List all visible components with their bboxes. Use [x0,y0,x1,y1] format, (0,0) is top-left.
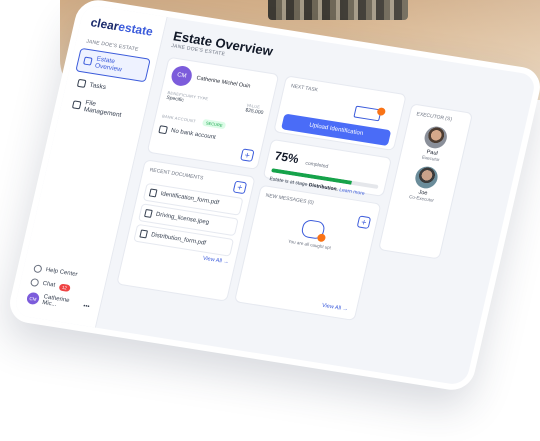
new-message-button[interactable]: + [356,215,372,230]
view-all-messages-link[interactable]: View All → [321,303,348,313]
home-icon [82,56,93,66]
learn-more-link[interactable]: Learn more [339,187,366,197]
chat-icon [29,277,40,288]
list-icon [76,78,87,88]
more-icon[interactable]: ••• [82,303,90,310]
avatar [413,165,440,190]
add-document-button[interactable]: + [232,180,248,195]
beneficiary-card: CM Catherine Michel Ouin BENEFICIARY TYP… [146,56,280,170]
bank-icon [158,125,168,135]
sidebar-item-label: Estate Overview [94,55,123,74]
avatar: CM [25,291,41,306]
document-icon [148,188,158,198]
messages-heading: NEW MESSAGES (0) [264,192,315,207]
recent-documents-card: RECENT DOCUMENTS + Identification_form.p… [116,159,256,302]
chat-badge: 12 [58,282,71,292]
help-icon [32,264,43,274]
check-icon [316,233,327,243]
sidebar-item-label: File Management [83,99,123,119]
main-content: Estate Overview JANE DOE'S ESTATE CM Cat… [96,17,537,386]
file-icon [71,100,82,110]
avatar [422,124,450,150]
next-task-card: NEXT TASK Upload Identification [273,75,407,152]
executors-heading: EXECUTOR (S) [415,111,453,123]
user-name: Catherine Mic... [41,294,70,309]
sidebar-item-label: Tasks [88,81,107,91]
executor-item[interactable]: Paul Executor [407,123,462,165]
check-icon [376,107,387,117]
tablet-device: clearestate JANE DOE'S ESTATE Estate Ove… [5,0,540,393]
add-bank-button[interactable]: + [240,148,255,162]
messages-card: NEW MESSAGES (0) + You are all caught up… [233,184,382,321]
document-icon [139,229,149,239]
app-logo[interactable]: clearestate [85,15,158,40]
image-icon [144,208,153,218]
beneficiary-name: Catherine Michel Ouin [195,75,251,90]
executor-item[interactable]: Joe Co-Executor [397,163,452,205]
completion-percent: 75% [273,148,301,167]
message-bubble-icon [300,218,327,243]
dashboard-grid: CM Catherine Michel Ouin BENEFICIARY TYP… [116,56,518,340]
secure-badge: SECURE [202,118,227,130]
avatar: CM [169,64,194,88]
